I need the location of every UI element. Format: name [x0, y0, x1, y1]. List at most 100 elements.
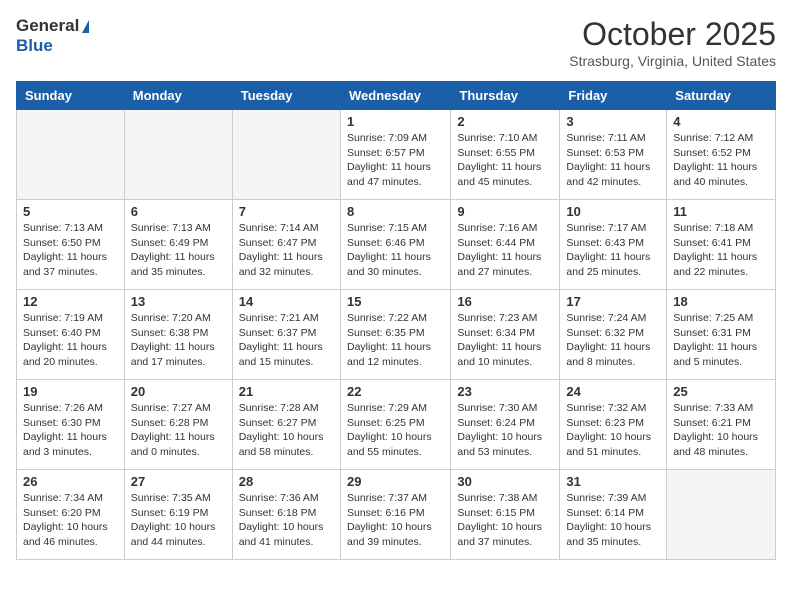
calendar-cell: 2 Sunrise: 7:10 AM Sunset: 6:55 PM Daylig… — [451, 110, 560, 200]
day-info: Sunrise: 7:11 AM Sunset: 6:53 PM Dayligh… — [566, 131, 660, 190]
day-info: Sunrise: 7:27 AM Sunset: 6:28 PM Dayligh… — [131, 401, 226, 460]
day-number: 12 — [23, 294, 118, 309]
day-number: 16 — [457, 294, 553, 309]
weekday-header-tuesday: Tuesday — [232, 82, 340, 110]
day-number: 11 — [673, 204, 769, 219]
calendar-cell: 6Sunrise: 7:13 AM Sunset: 6:49 PM Daylig… — [124, 200, 232, 290]
day-number: 14 — [239, 294, 334, 309]
calendar-cell — [667, 470, 776, 560]
weekday-header-monday: Monday — [124, 82, 232, 110]
calendar-cell: 26 Sunrise: 7:34 AM Sunset: 6:20 PM Dayli… — [17, 470, 125, 560]
day-number: 28 — [239, 474, 334, 489]
day-info: Sunrise: 7:35 AM Sunset: 6:19 PM Dayligh… — [131, 491, 226, 550]
day-number: 24 — [566, 384, 660, 399]
location: Strasburg, Virginia, United States — [569, 53, 776, 69]
calendar-cell: 17Sunrise: 7:24 AM Sunset: 6:32 PM Dayli… — [560, 290, 667, 380]
day-number: 22 — [347, 384, 444, 399]
day-info: Sunrise: 7:13 AM Sunset: 6:49 PM Dayligh… — [131, 221, 226, 280]
calendar-cell: 3Sunrise: 7:11 AM Sunset: 6:53 PM Daylig… — [560, 110, 667, 200]
calendar-cell: 15 Sunrise: 7:22 AM Sunset: 6:35 PM Dayli… — [340, 290, 450, 380]
weekday-header-friday: Friday — [560, 82, 667, 110]
day-info: Sunrise: 7:29 AM Sunset: 6:25 PM Dayligh… — [347, 401, 444, 460]
weekday-header-wednesday: Wednesday — [340, 82, 450, 110]
day-info: Sunrise: 7:09 AM Sunset: 6:57 PM Dayligh… — [347, 131, 444, 190]
day-info: Sunrise: 7:39 AM Sunset: 6:14 PM Dayligh… — [566, 491, 660, 550]
day-info: Sunrise: 7:20 AM Sunset: 6:38 PM Dayligh… — [131, 311, 226, 370]
day-number: 18 — [673, 294, 769, 309]
weekday-header-thursday: Thursday — [451, 82, 560, 110]
day-info: Sunrise: 7:10 AM Sunset: 6:55 PM Dayligh… — [457, 131, 553, 190]
day-number: 4 — [673, 114, 769, 129]
calendar-cell: 12 Sunrise: 7:19 AM Sunset: 6:40 PM Dayli… — [17, 290, 125, 380]
calendar-cell: 19 Sunrise: 7:26 AM Sunset: 6:30 PM Dayli… — [17, 380, 125, 470]
logo-triangle-icon — [82, 20, 89, 33]
day-info: Sunrise: 7:30 AM Sunset: 6:24 PM Dayligh… — [457, 401, 553, 460]
calendar-cell: 10Sunrise: 7:17 AM Sunset: 6:43 PM Dayli… — [560, 200, 667, 290]
day-info: Sunrise: 7:19 AM Sunset: 6:40 PM Dayligh… — [23, 311, 118, 370]
calendar-table: SundayMondayTuesdayWednesdayThursdayFrid… — [16, 81, 776, 560]
calendar-week-row: 1 Sunrise: 7:09 AM Sunset: 6:57 PM Daylig… — [17, 110, 776, 200]
logo: General Blue — [16, 16, 89, 56]
day-number: 13 — [131, 294, 226, 309]
calendar-cell: 14 Sunrise: 7:21 AM Sunset: 6:37 PM Dayli… — [232, 290, 340, 380]
day-info: Sunrise: 7:34 AM Sunset: 6:20 PM Dayligh… — [23, 491, 118, 550]
day-number: 19 — [23, 384, 118, 399]
title-block: October 2025 Strasburg, Virginia, United… — [569, 16, 776, 69]
weekday-header-row: SundayMondayTuesdayWednesdayThursdayFrid… — [17, 82, 776, 110]
calendar-cell: 22 Sunrise: 7:29 AM Sunset: 6:25 PM Dayli… — [340, 380, 450, 470]
logo-general: General — [16, 16, 79, 36]
calendar-cell: 5 Sunrise: 7:13 AM Sunset: 6:50 PM Daylig… — [17, 200, 125, 290]
calendar-week-row: 5 Sunrise: 7:13 AM Sunset: 6:50 PM Daylig… — [17, 200, 776, 290]
calendar-cell: 25 Sunrise: 7:33 AM Sunset: 6:21 PM Dayli… — [667, 380, 776, 470]
calendar-cell — [124, 110, 232, 200]
calendar-cell: 21Sunrise: 7:28 AM Sunset: 6:27 PM Dayli… — [232, 380, 340, 470]
day-number: 10 — [566, 204, 660, 219]
day-info: Sunrise: 7:23 AM Sunset: 6:34 PM Dayligh… — [457, 311, 553, 370]
calendar-cell — [232, 110, 340, 200]
calendar-cell: 7 Sunrise: 7:14 AM Sunset: 6:47 PM Daylig… — [232, 200, 340, 290]
day-info: Sunrise: 7:26 AM Sunset: 6:30 PM Dayligh… — [23, 401, 118, 460]
day-number: 1 — [347, 114, 444, 129]
weekday-header-saturday: Saturday — [667, 82, 776, 110]
weekday-header-sunday: Sunday — [17, 82, 125, 110]
calendar-cell: 24Sunrise: 7:32 AM Sunset: 6:23 PM Dayli… — [560, 380, 667, 470]
day-info: Sunrise: 7:28 AM Sunset: 6:27 PM Dayligh… — [239, 401, 334, 460]
day-number: 9 — [457, 204, 553, 219]
day-number: 30 — [457, 474, 553, 489]
day-number: 15 — [347, 294, 444, 309]
day-info: Sunrise: 7:38 AM Sunset: 6:15 PM Dayligh… — [457, 491, 553, 550]
day-number: 8 — [347, 204, 444, 219]
day-number: 2 — [457, 114, 553, 129]
day-info: Sunrise: 7:37 AM Sunset: 6:16 PM Dayligh… — [347, 491, 444, 550]
page-header: General Blue October 2025 Strasburg, Vir… — [16, 16, 776, 69]
day-number: 26 — [23, 474, 118, 489]
day-info: Sunrise: 7:24 AM Sunset: 6:32 PM Dayligh… — [566, 311, 660, 370]
calendar-cell: 11 Sunrise: 7:18 AM Sunset: 6:41 PM Dayli… — [667, 200, 776, 290]
calendar-cell: 23Sunrise: 7:30 AM Sunset: 6:24 PM Dayli… — [451, 380, 560, 470]
day-info: Sunrise: 7:33 AM Sunset: 6:21 PM Dayligh… — [673, 401, 769, 460]
day-info: Sunrise: 7:16 AM Sunset: 6:44 PM Dayligh… — [457, 221, 553, 280]
calendar-cell: 13 Sunrise: 7:20 AM Sunset: 6:38 PM Dayli… — [124, 290, 232, 380]
day-info: Sunrise: 7:18 AM Sunset: 6:41 PM Dayligh… — [673, 221, 769, 280]
calendar-cell — [17, 110, 125, 200]
day-number: 31 — [566, 474, 660, 489]
day-info: Sunrise: 7:14 AM Sunset: 6:47 PM Dayligh… — [239, 221, 334, 280]
day-info: Sunrise: 7:13 AM Sunset: 6:50 PM Dayligh… — [23, 221, 118, 280]
month-year: October 2025 — [569, 16, 776, 53]
day-info: Sunrise: 7:25 AM Sunset: 6:31 PM Dayligh… — [673, 311, 769, 370]
day-number: 5 — [23, 204, 118, 219]
day-info: Sunrise: 7:15 AM Sunset: 6:46 PM Dayligh… — [347, 221, 444, 280]
calendar-cell: 8 Sunrise: 7:15 AM Sunset: 6:46 PM Daylig… — [340, 200, 450, 290]
day-number: 7 — [239, 204, 334, 219]
day-info: Sunrise: 7:12 AM Sunset: 6:52 PM Dayligh… — [673, 131, 769, 190]
day-info: Sunrise: 7:36 AM Sunset: 6:18 PM Dayligh… — [239, 491, 334, 550]
calendar-cell: 20 Sunrise: 7:27 AM Sunset: 6:28 PM Dayli… — [124, 380, 232, 470]
calendar-cell: 1 Sunrise: 7:09 AM Sunset: 6:57 PM Daylig… — [340, 110, 450, 200]
calendar-cell: 4 Sunrise: 7:12 AM Sunset: 6:52 PM Daylig… — [667, 110, 776, 200]
calendar-cell: 28 Sunrise: 7:36 AM Sunset: 6:18 PM Dayli… — [232, 470, 340, 560]
day-number: 29 — [347, 474, 444, 489]
day-number: 20 — [131, 384, 226, 399]
day-number: 25 — [673, 384, 769, 399]
day-info: Sunrise: 7:21 AM Sunset: 6:37 PM Dayligh… — [239, 311, 334, 370]
day-info: Sunrise: 7:22 AM Sunset: 6:35 PM Dayligh… — [347, 311, 444, 370]
